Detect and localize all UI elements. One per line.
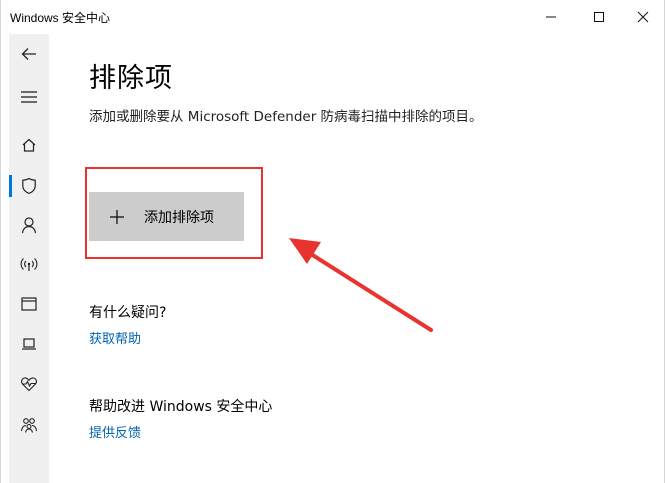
nav-item-device-health[interactable] bbox=[9, 366, 49, 402]
close-button[interactable] bbox=[620, 0, 665, 34]
person-icon bbox=[21, 217, 37, 234]
maximize-icon bbox=[594, 12, 604, 22]
improve-heading: 帮助改进 Windows 安全中心 bbox=[89, 399, 273, 415]
back-button[interactable] bbox=[9, 36, 49, 72]
add-exclusion-button[interactable]: 添加排除项 bbox=[89, 192, 244, 241]
app-window: Windows 安全中心 排除项 添加或删除要从 Microsoft Defen… bbox=[0, 0, 665, 483]
hamburger-menu-icon bbox=[21, 91, 37, 103]
shield-icon bbox=[22, 177, 36, 195]
nav-item-account[interactable] bbox=[9, 207, 49, 243]
maximize-button[interactable] bbox=[576, 0, 622, 34]
window-title: Windows 安全中心 bbox=[10, 11, 111, 25]
add-exclusion-label: 添加排除项 bbox=[144, 209, 214, 226]
nav-rail bbox=[9, 34, 49, 483]
nav-item-home[interactable] bbox=[9, 127, 49, 163]
heart-pulse-icon bbox=[21, 377, 37, 392]
back-arrow-icon bbox=[21, 48, 36, 60]
page-description: 添加或删除要从 Microsoft Defender 防病毒扫描中排除的项目。 bbox=[89, 109, 483, 125]
wireless-signal-icon bbox=[20, 258, 38, 271]
family-icon bbox=[20, 418, 38, 433]
menu-button[interactable] bbox=[9, 79, 49, 115]
minimize-icon bbox=[546, 16, 556, 18]
page-title: 排除项 bbox=[89, 63, 173, 94]
nav-item-device-security[interactable] bbox=[9, 326, 49, 362]
title-bar: Windows 安全中心 bbox=[1, 0, 664, 34]
main-content: 排除项 添加或删除要从 Microsoft Defender 防病毒扫描中排除的… bbox=[89, 34, 664, 483]
questions-heading: 有什么疑问? bbox=[89, 305, 167, 321]
get-help-link[interactable]: 获取帮助 bbox=[89, 328, 141, 347]
close-icon bbox=[637, 11, 649, 23]
nav-item-family-options[interactable] bbox=[9, 407, 49, 443]
give-feedback-link[interactable]: 提供反馈 bbox=[89, 422, 141, 441]
plus-icon bbox=[110, 209, 124, 224]
laptop-device-icon bbox=[22, 338, 36, 350]
minimize-button[interactable] bbox=[528, 0, 574, 34]
nav-item-virus-protection[interactable] bbox=[9, 168, 49, 204]
nav-item-app-browser[interactable] bbox=[9, 286, 49, 322]
nav-item-firewall[interactable] bbox=[9, 246, 49, 282]
home-icon bbox=[22, 138, 36, 152]
app-browser-window-icon bbox=[21, 297, 37, 311]
